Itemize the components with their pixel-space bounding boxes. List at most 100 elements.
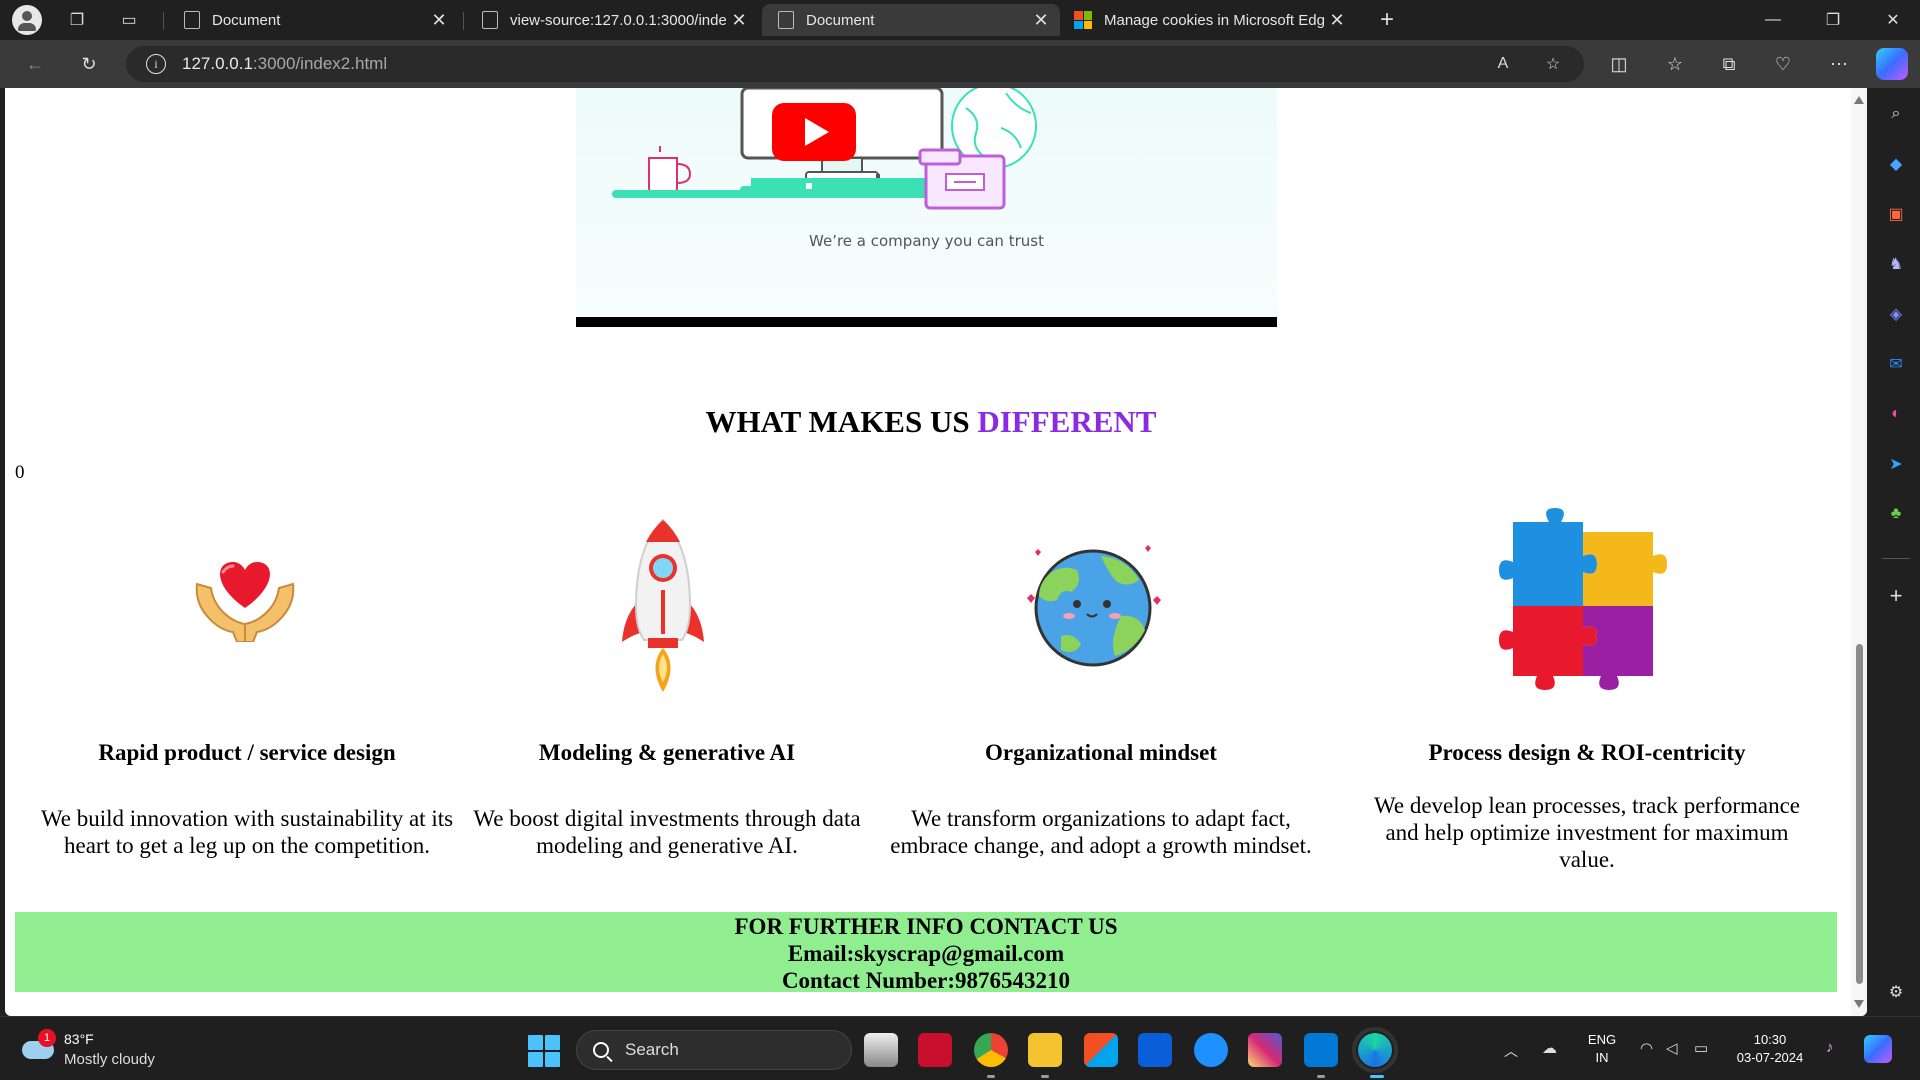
new-tab-icon[interactable]: +	[1372, 6, 1402, 34]
copilot-icon[interactable]	[1876, 48, 1908, 80]
collections-icon[interactable]: ⧉	[1714, 50, 1744, 78]
tab-separator	[163, 12, 164, 30]
close-tab-icon[interactable]: ✕	[726, 10, 752, 31]
tab-title: view-source:127.0.0.1:3000/index	[510, 11, 726, 29]
url-text[interactable]: 127.0.0.1:3000/index2.html	[182, 54, 387, 74]
clock-time: 10:30	[1753, 1032, 1787, 1047]
heart-hands-icon	[195, 562, 295, 642]
video-thumbnail[interactable]: We’re a company you can trust	[576, 88, 1277, 328]
search-icon	[593, 1042, 609, 1058]
get-help-icon[interactable]	[1194, 1033, 1228, 1067]
back-icon[interactable]: ←	[20, 50, 50, 78]
tree-icon[interactable]: ♣	[1884, 502, 1908, 526]
edge-icon[interactable]	[1352, 1027, 1398, 1073]
clock-date: 03-07-2024	[1736, 1050, 1804, 1065]
feature-title: Rapid product / service design	[98, 740, 396, 765]
feature-description: We boost digital investments through dat…	[473, 806, 861, 858]
contact-heading: FOR FURTHER INFO CONTACT US	[734, 914, 1118, 939]
scroll-down-arrow-icon[interactable]	[1854, 1000, 1864, 1008]
microsoft-365-icon[interactable]: ◈	[1884, 302, 1908, 326]
video-bottom-bar	[576, 317, 1277, 327]
tab-actions-icon[interactable]: ▭	[114, 6, 144, 34]
browser-essentials-icon[interactable]: ♡	[1768, 50, 1798, 78]
battery-icon[interactable]: ▭	[1694, 1039, 1708, 1057]
split-screen-icon[interactable]: ◫	[1604, 50, 1634, 78]
address-bar[interactable]: i 127.0.0.1:3000/index2.html A ☆	[126, 46, 1584, 82]
scroll-up-arrow-icon[interactable]	[1854, 96, 1864, 104]
windows-start-icon[interactable]	[528, 1035, 560, 1067]
sidebar-settings-gear-icon[interactable]: ⚙	[1884, 980, 1908, 1004]
tab-title: Document	[806, 11, 875, 29]
tab-title: Manage cookies in Microsoft Edge	[1104, 11, 1324, 29]
tools-briefcase-icon[interactable]: ▣	[1884, 202, 1908, 226]
site-info-icon[interactable]: i	[146, 54, 166, 74]
microsoft-store-icon[interactable]	[1084, 1033, 1118, 1067]
tab-manage-cookies[interactable]: Manage cookies in Microsoft Edge ✕	[1060, 4, 1356, 36]
minimize-icon[interactable]: —	[1750, 0, 1796, 40]
show-hidden-icons-chevron-icon[interactable]: ︿	[1504, 1041, 1518, 1061]
weather-temperature[interactable]: 83°F	[64, 1031, 94, 1047]
tab-view-source[interactable]: view-source:127.0.0.1:3000/index ✕	[466, 4, 758, 36]
app-running-indicator	[1317, 1075, 1325, 1078]
page-viewport: We’re a company you can trust WHAT MAKES…	[5, 88, 1867, 1016]
taskbar-search-box[interactable]: Search	[576, 1030, 852, 1070]
favorites-icon[interactable]: ☆	[1660, 50, 1690, 78]
document-icon	[778, 11, 794, 29]
url-path: :3000/index2.html	[252, 54, 388, 73]
volume-icon[interactable]: ◁	[1666, 1039, 1678, 1057]
contact-phone: Contact Number:9876543210	[781, 968, 1071, 993]
wifi-icon[interactable]: ◠	[1640, 1039, 1653, 1057]
onedrive-icon[interactable]: ☁	[1542, 1039, 1557, 1057]
restore-icon[interactable]: ❐	[1810, 0, 1856, 40]
close-tab-icon[interactable]: ✕	[1324, 10, 1350, 31]
designer-icon[interactable]: ◐	[1884, 402, 1908, 426]
myhp-icon[interactable]	[1138, 1033, 1172, 1067]
sidebar-separator	[1882, 558, 1910, 559]
feature-description: We transform organizations to adapt fact…	[890, 806, 1312, 858]
document-icon	[482, 11, 498, 29]
read-aloud-icon[interactable]: A	[1490, 52, 1516, 76]
favorite-star-icon[interactable]: ☆	[1540, 52, 1566, 76]
mcafee-icon[interactable]	[918, 1033, 952, 1067]
contact-banner: FOR FURTHER INFO CONTACT US Email:skyscr…	[15, 912, 1837, 993]
outlook-icon[interactable]: ✉	[1884, 352, 1908, 376]
settings-more-icon[interactable]: ⋯	[1824, 50, 1854, 78]
section-heading: WHAT MAKES US DIFFERENT	[5, 404, 1857, 440]
file-explorer-icon[interactable]	[1028, 1033, 1062, 1067]
shopping-tag-icon[interactable]: ◆	[1884, 152, 1908, 176]
taskbar-clock[interactable]: 10:30 03-07-2024	[1732, 1031, 1808, 1067]
close-window-icon[interactable]: ✕	[1870, 0, 1916, 40]
send-icon[interactable]: ➤	[1884, 452, 1908, 476]
games-icon[interactable]: ♞	[1884, 252, 1908, 276]
instagram-icon[interactable]	[1248, 1033, 1282, 1067]
weather-condition[interactable]: Mostly cloudy	[64, 1051, 155, 1068]
scroll-thumb[interactable]	[1856, 644, 1863, 984]
tab-document-active[interactable]: Document ✕	[762, 4, 1060, 36]
rocket-icon	[622, 518, 704, 692]
feature-title: Modeling & generative AI	[538, 740, 796, 765]
workspaces-icon[interactable]: ❐	[62, 6, 92, 34]
heading-main-text: WHAT MAKES US	[705, 404, 978, 439]
windows-taskbar: 1 83°F Mostly cloudy Search ︿ ☁ ENG IN ◠ …	[0, 1016, 1920, 1080]
copilot-taskbar-icon[interactable]	[1864, 1035, 1892, 1063]
chrome-icon[interactable]	[974, 1033, 1008, 1067]
vscode-icon[interactable]	[1304, 1033, 1338, 1067]
browser-toolbar: ← ↻ i 127.0.0.1:3000/index2.html A ☆ ◫ ☆…	[0, 40, 1920, 88]
globe-icon	[1027, 545, 1161, 667]
weather-badge: 1	[38, 1029, 56, 1047]
tab-document-1[interactable]: Document ✕	[168, 4, 458, 36]
page-scrollbar[interactable]	[1851, 88, 1867, 1016]
close-tab-icon[interactable]: ✕	[426, 10, 452, 31]
input-language[interactable]: ENG IN	[1584, 1031, 1620, 1067]
feature-title: Organizational mindset	[985, 740, 1217, 765]
task-view-icon[interactable]	[864, 1033, 898, 1067]
close-tab-icon[interactable]: ✕	[1028, 10, 1054, 31]
add-sidebar-app-icon[interactable]: +	[1884, 583, 1908, 608]
sidebar-search-icon[interactable]: ⌕	[1884, 102, 1908, 126]
microsoft-logo-icon	[1074, 11, 1092, 29]
tab-title: Document	[212, 11, 281, 29]
video-illustration	[612, 88, 1037, 210]
notifications-bell-icon[interactable]: ♪	[1826, 1039, 1834, 1056]
profile-avatar-icon[interactable]	[12, 5, 42, 35]
refresh-icon[interactable]: ↻	[74, 50, 104, 78]
